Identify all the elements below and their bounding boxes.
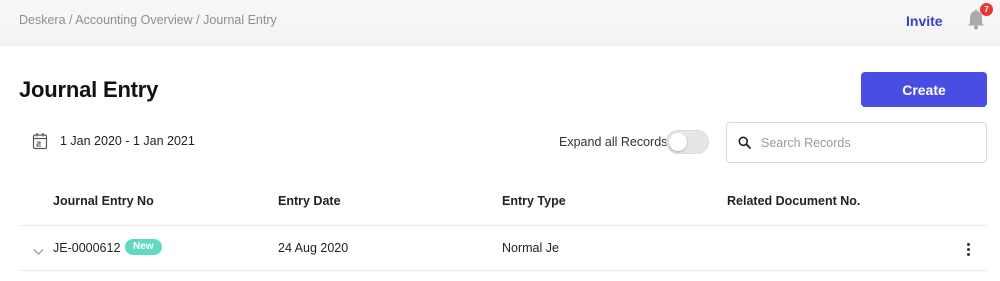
breadcrumb-item-deskera[interactable]: Deskera: [19, 13, 66, 27]
expand-all-records-label: Expand all Records: [559, 135, 668, 149]
calendar-icon: [32, 132, 48, 150]
search-input[interactable]: [761, 135, 961, 150]
create-button[interactable]: Create: [861, 72, 987, 107]
breadcrumb-separator: /: [192, 13, 204, 27]
toggle-knob: [669, 133, 687, 151]
entry-type-cell: Normal Je: [502, 241, 559, 255]
breadcrumb-item-journal-entry: Journal Entry: [203, 13, 277, 27]
chevron-down-icon[interactable]: [33, 243, 44, 255]
page-title: Journal Entry: [19, 77, 159, 102]
table-header-divider: [19, 225, 987, 226]
column-header-related-document-no[interactable]: Related Document No.: [727, 194, 860, 208]
date-range-picker[interactable]: 1 Jan 2020 - 1 Jan 2021: [32, 132, 195, 150]
column-header-entry-date[interactable]: Entry Date: [278, 194, 341, 208]
invite-link[interactable]: Invite: [906, 13, 943, 29]
breadcrumb-item-accounting-overview[interactable]: Accounting Overview: [75, 13, 192, 27]
column-header-journal-entry-no[interactable]: Journal Entry No: [53, 194, 154, 208]
date-range-label: 1 Jan 2020 - 1 Jan 2021: [60, 134, 195, 148]
top-bar: Deskera / Accounting Overview / Journal …: [0, 0, 1000, 46]
new-status-badge: New: [125, 239, 162, 255]
entry-number-cell[interactable]: JE-0000612: [53, 241, 120, 255]
entry-date-cell: 24 Aug 2020: [278, 241, 349, 255]
search-box: [726, 122, 987, 163]
breadcrumb: Deskera / Accounting Overview / Journal …: [19, 13, 277, 27]
expand-all-records-toggle[interactable]: [666, 130, 709, 154]
table-row-divider: [19, 270, 987, 271]
breadcrumb-separator: /: [65, 13, 76, 27]
notification-count-badge: 7: [980, 3, 993, 16]
more-vertical-icon[interactable]: [960, 240, 976, 258]
search-icon: [738, 136, 751, 149]
column-header-entry-type[interactable]: Entry Type: [502, 194, 566, 208]
